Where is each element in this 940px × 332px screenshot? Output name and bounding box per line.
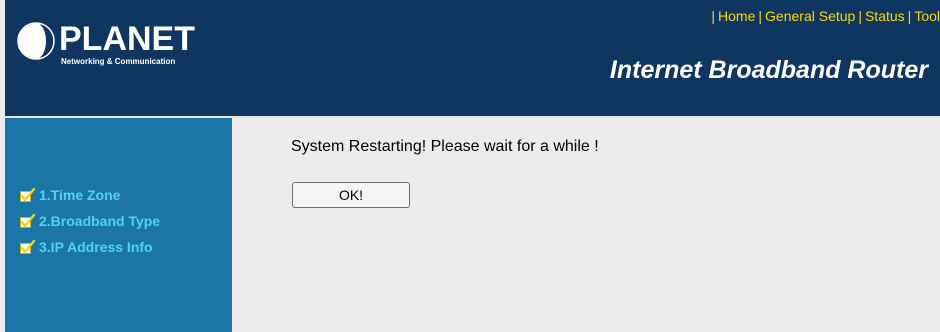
sidebar-item-label: 3.IP Address Info	[39, 239, 153, 255]
nav-separator: |	[711, 8, 716, 24]
logo-tagline: Networking & Communication	[61, 57, 176, 66]
product-title: Internet Broadband Router	[609, 56, 928, 84]
sidebar: 1.Time Zone 2.Broadband Type 3.IP Addres…	[5, 118, 232, 332]
logo-wordmark: PLANET	[59, 20, 195, 58]
main-content: System Restarting! Please wait for a whi…	[232, 118, 940, 332]
sidebar-item-broadband-type[interactable]: 2.Broadband Type	[19, 208, 160, 234]
sidebar-item-label: 2.Broadband Type	[39, 213, 161, 229]
header-banner: PLANET Networking & Communication | Home |…	[5, 0, 940, 116]
nav-link-tool[interactable]: Tool	[914, 8, 940, 24]
setup-wizard-menu: 1.Time Zone 2.Broadband Type 3.IP Addres…	[19, 182, 160, 260]
sidebar-item-ip-address-info[interactable]: 3.IP Address Info	[19, 234, 160, 260]
nav-link-general-setup[interactable]: General Setup	[765, 8, 855, 24]
sidebar-item-time-zone[interactable]: 1.Time Zone	[19, 182, 160, 208]
planet-logo-icon	[17, 22, 55, 60]
ok-button[interactable]: OK!	[292, 182, 410, 208]
nav-separator: |	[907, 8, 912, 24]
top-navigation: | Home | General Setup | Status | Tool	[708, 8, 940, 24]
nav-separator: |	[858, 8, 862, 24]
nav-link-status[interactable]: Status	[865, 8, 905, 24]
router-setup-page: PLANET Networking & Communication | Home |…	[0, 0, 940, 332]
nav-link-home[interactable]: Home	[718, 8, 755, 24]
checkmark-icon	[20, 187, 36, 202]
nav-separator: |	[758, 8, 763, 24]
planet-logo: PLANET Networking & Communication	[17, 20, 195, 70]
restart-message: System Restarting! Please wait for a whi…	[291, 138, 599, 155]
sidebar-item-label: 1.Time Zone	[39, 187, 121, 203]
checkmark-icon	[20, 239, 36, 254]
checkmark-icon	[20, 213, 36, 228]
